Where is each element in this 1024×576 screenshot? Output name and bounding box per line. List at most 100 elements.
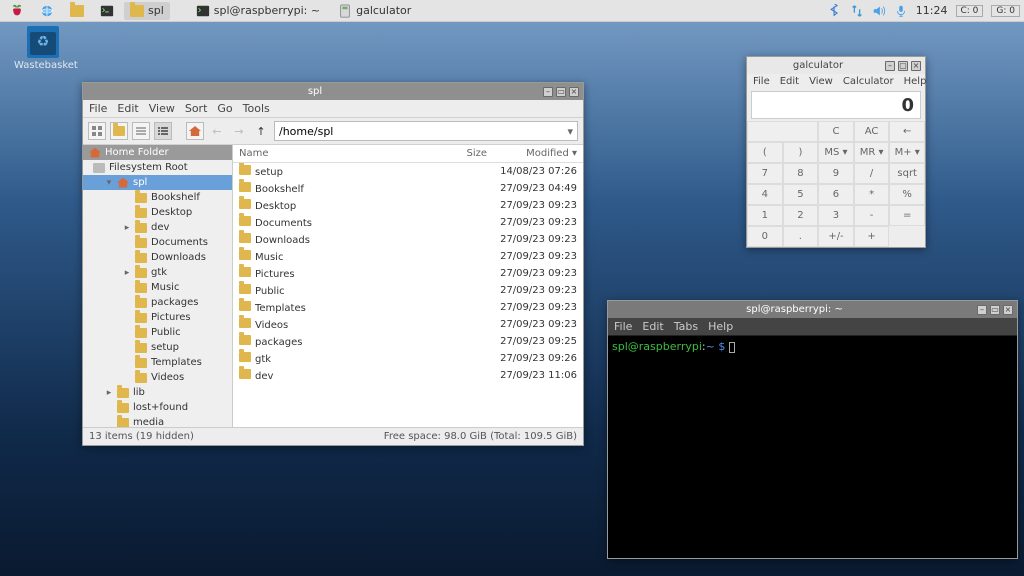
path-bar[interactable]: ▾ [274, 121, 578, 141]
file-row[interactable]: Pictures27/09/23 09:23 [233, 265, 583, 282]
nav-back-button[interactable]: ← [208, 122, 226, 140]
calc-key[interactable]: 4 [747, 184, 783, 205]
view-thumbs-button[interactable] [110, 122, 128, 140]
minimize-button[interactable]: – [977, 305, 987, 315]
minimize-button[interactable]: – [543, 87, 553, 97]
calc-key[interactable]: - [854, 205, 890, 226]
calc-key[interactable]: 1 [747, 205, 783, 226]
web-browser-launcher[interactable] [34, 2, 60, 20]
file-row[interactable]: Desktop27/09/23 09:23 [233, 197, 583, 214]
menu-view[interactable]: View [149, 102, 175, 115]
term-titlebar[interactable]: spl@raspberrypi: ~ – ▭ × [608, 301, 1017, 318]
file-row[interactable]: Downloads27/09/23 09:23 [233, 231, 583, 248]
file-row[interactable]: Videos27/09/23 09:23 [233, 316, 583, 333]
calc-key[interactable]: ) [783, 142, 819, 163]
file-row[interactable]: dev27/09/23 11:06 [233, 367, 583, 384]
view-list-button[interactable] [154, 122, 172, 140]
wastebasket-desktop-icon[interactable]: Wastebasket [14, 26, 72, 71]
close-button[interactable]: × [911, 61, 921, 71]
calc-key[interactable] [747, 121, 818, 142]
calc-key[interactable]: C [818, 121, 854, 142]
calc-key[interactable]: 9 [818, 163, 854, 184]
fm-titlebar[interactable]: spl – ▭ × [83, 83, 583, 100]
calc-key[interactable]: ( [747, 142, 783, 163]
close-button[interactable]: × [1003, 305, 1013, 315]
calc-key[interactable]: 6 [818, 184, 854, 205]
file-row[interactable]: Templates27/09/23 09:23 [233, 299, 583, 316]
file-row[interactable]: packages27/09/23 09:25 [233, 333, 583, 350]
calc-key[interactable]: +/- [818, 226, 854, 247]
calc-key[interactable]: . [783, 226, 819, 247]
calc-key[interactable]: AC [854, 121, 890, 142]
sidebar-item-downloads[interactable]: Downloads [83, 250, 232, 265]
sidebar-item-dev[interactable]: ▸dev [83, 220, 232, 235]
sidebar-filesystem-root[interactable]: Filesystem Root [83, 160, 232, 175]
file-row[interactable]: Public27/09/23 09:23 [233, 282, 583, 299]
calc-key[interactable]: 8 [783, 163, 819, 184]
menu-tabs[interactable]: Tabs [674, 320, 698, 333]
file-row[interactable]: Bookshelf27/09/23 04:49 [233, 180, 583, 197]
sidebar-item-documents[interactable]: Documents [83, 235, 232, 250]
sidebar-item-desktop[interactable]: Desktop [83, 205, 232, 220]
menu-edit[interactable]: Edit [780, 76, 799, 87]
sidebar-item-media[interactable]: media [83, 415, 232, 427]
maximize-button[interactable]: ▢ [898, 61, 908, 71]
calc-key[interactable]: 2 [783, 205, 819, 226]
taskbar-task-calculator[interactable]: galculator [332, 2, 417, 20]
sidebar-item-pictures[interactable]: Pictures [83, 310, 232, 325]
file-row[interactable]: Music27/09/23 09:23 [233, 248, 583, 265]
calc-key[interactable]: MS ▾ [818, 142, 854, 163]
menu-go[interactable]: Go [217, 102, 232, 115]
sidebar-item-bookshelf[interactable]: Bookshelf [83, 190, 232, 205]
terminal-launcher[interactable] [94, 2, 120, 20]
volume-icon[interactable] [872, 4, 886, 18]
menu-file[interactable]: File [89, 102, 107, 115]
path-input[interactable] [279, 125, 563, 138]
menu-edit[interactable]: Edit [117, 102, 138, 115]
calc-titlebar[interactable]: galculator – ▢ × [747, 57, 925, 74]
sidebar-item-music[interactable]: Music [83, 280, 232, 295]
col-modified[interactable]: Modified ▾ [487, 148, 577, 159]
calc-key[interactable]: % [889, 184, 925, 205]
menu-help[interactable]: Help [904, 76, 927, 87]
menu-sort[interactable]: Sort [185, 102, 208, 115]
tray-gpu[interactable]: G: 0 [991, 5, 1020, 17]
calc-key[interactable]: = [889, 205, 925, 226]
calc-key[interactable]: ← [889, 121, 925, 142]
terminal-body[interactable]: spl@raspberrypi:~ $ [608, 336, 1017, 558]
calc-key[interactable]: 5 [783, 184, 819, 205]
minimize-button[interactable]: – [885, 61, 895, 71]
network-icon[interactable] [850, 4, 864, 18]
sidebar-item-spl[interactable]: ▾spl [83, 175, 232, 190]
file-manager-launcher[interactable] [64, 2, 90, 20]
view-compact-button[interactable] [132, 122, 150, 140]
fm-column-headers[interactable]: Name Size Modified ▾ [233, 145, 583, 163]
menu-tools[interactable]: Tools [243, 102, 270, 115]
sidebar-item-videos[interactable]: Videos [83, 370, 232, 385]
sidebar-item-gtk[interactable]: ▸gtk [83, 265, 232, 280]
sidebar-item-templates[interactable]: Templates [83, 355, 232, 370]
view-icons-button[interactable] [88, 122, 106, 140]
nav-up-button[interactable]: ↑ [252, 122, 270, 140]
sidebar-home-folder[interactable]: Home Folder [83, 145, 232, 160]
sidebar-item-public[interactable]: Public [83, 325, 232, 340]
menu-help[interactable]: Help [708, 320, 733, 333]
start-menu-button[interactable] [4, 2, 30, 20]
calc-key[interactable]: M+ ▾ [889, 142, 925, 163]
calc-key[interactable]: * [854, 184, 890, 205]
calc-key[interactable]: 7 [747, 163, 783, 184]
calc-key[interactable]: MR ▾ [854, 142, 890, 163]
close-button[interactable]: × [569, 87, 579, 97]
calc-key[interactable]: / [854, 163, 890, 184]
calc-key[interactable]: + [854, 226, 890, 247]
taskbar-task-terminal[interactable]: spl@raspberrypi: ~ [190, 2, 326, 20]
file-row[interactable]: Documents27/09/23 09:23 [233, 214, 583, 231]
calc-key[interactable]: 0 [747, 226, 783, 247]
sidebar-item-setup[interactable]: setup [83, 340, 232, 355]
col-size[interactable]: Size [437, 148, 487, 159]
microphone-icon[interactable] [894, 4, 908, 18]
nav-forward-button[interactable]: → [230, 122, 248, 140]
calc-key[interactable]: sqrt [889, 163, 925, 184]
sidebar-item-lib[interactable]: ▸lib [83, 385, 232, 400]
nav-home-button[interactable] [186, 122, 204, 140]
